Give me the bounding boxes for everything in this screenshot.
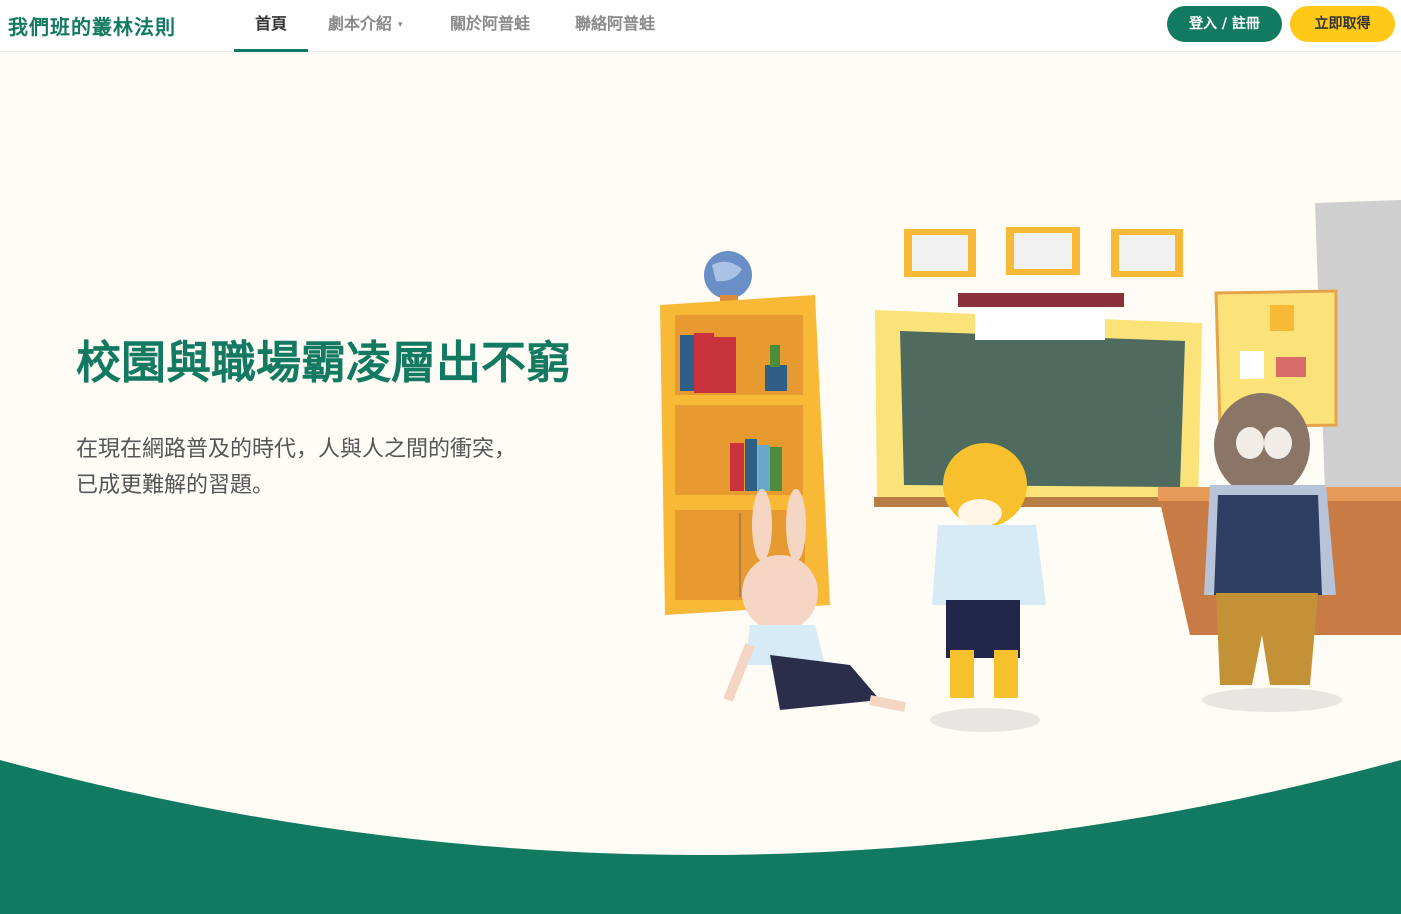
- bottom-wave: [0, 760, 1401, 914]
- hero-description-line-2: 已成更難解的習題。: [76, 473, 275, 498]
- hero-title: 校園與職場霸凌層出不窮: [76, 336, 572, 389]
- chevron-down-icon: ▾: [398, 19, 403, 30]
- hero-description: 在現在網路普及的時代，人與人之間的衝突， 已成更難解的習題。: [76, 432, 516, 504]
- navbar: 我們班的叢林法則 首頁 劇本介紹 ▾ 關於阿普蛙 聯絡阿普蛙 登入 / 註冊 立即…: [0, 0, 1401, 52]
- chalkboard: [874, 293, 1204, 507]
- owl-character: [1202, 393, 1342, 712]
- nav-item-contact[interactable]: 聯絡阿普蛙: [575, 0, 655, 52]
- hero-description-line-1: 在現在網路普及的時代，人與人之間的衝突，: [76, 437, 517, 462]
- nav-item-script-intro[interactable]: 劇本介紹 ▾: [328, 0, 403, 52]
- nav-item-about[interactable]: 關於阿普蛙: [450, 0, 530, 52]
- get-now-button[interactable]: 立即取得: [1290, 6, 1395, 42]
- nav-item-home[interactable]: 首頁: [234, 0, 308, 52]
- login-register-button[interactable]: 登入 / 註冊: [1167, 6, 1282, 42]
- globe: [704, 251, 752, 301]
- picture-frames: [904, 227, 1183, 277]
- classroom-illustration: [660, 200, 1401, 732]
- nav-item-script-label: 劇本介紹: [328, 14, 393, 33]
- site-logo[interactable]: 我們班的叢林法則: [8, 11, 176, 40]
